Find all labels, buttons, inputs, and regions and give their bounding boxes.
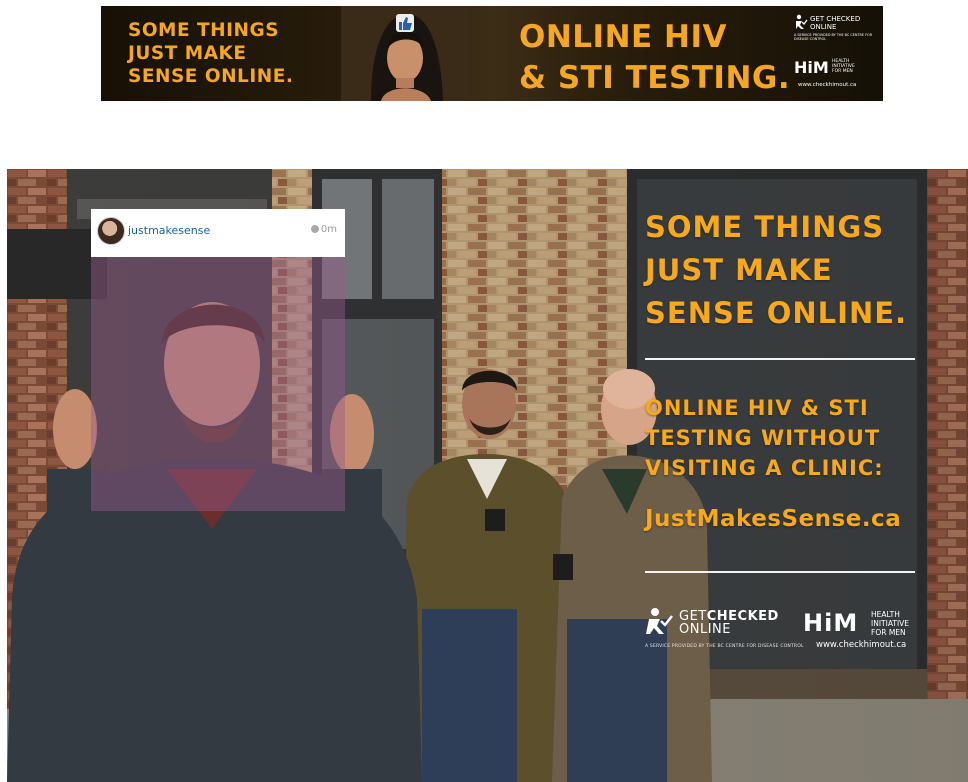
- banner-him-url: www.checkhimout.ca: [798, 82, 857, 88]
- poster-subhead: ONLINE HIV & STI TESTING WITHOUT VISITIN…: [645, 393, 884, 483]
- banner-headline-line-1: SOME THINGS: [128, 20, 280, 41]
- poster-subhead-line-2: TESTING WITHOUT: [645, 426, 881, 450]
- him-logo: HiM HEALTH INITIATIVE FOR MEN www.checkh…: [803, 609, 918, 654]
- person-checkmark-icon: [646, 608, 673, 634]
- him-tag-2: INITIATIVE: [871, 619, 910, 628]
- poster-headline-line-1: SOME THINGS: [645, 210, 885, 244]
- banner-offer: ONLINE HIV & STI TESTING.: [519, 17, 790, 99]
- banner-headline-line-2: JUST MAKE: [128, 43, 247, 64]
- banner-gco-tagline: A SERVICE PROVIDED BY THE BC CENTRE FOR …: [794, 33, 873, 41]
- banner-him-logo: HiM HEALTH INITIATIVE FOR MEN www.checkh…: [794, 58, 874, 92]
- banner-logos: GET CHECKED ONLINE A SERVICE PROVIDED BY…: [794, 14, 874, 94]
- banner-offer-line-1: ONLINE HIV: [519, 19, 727, 55]
- banner-gco-line-2: ONLINE: [810, 23, 837, 31]
- banner-gco-line-1: GET CHECKED: [810, 15, 861, 23]
- insta-username: justmakesense: [128, 224, 211, 237]
- divider-top: [645, 358, 915, 360]
- insta-timestamp: 0m: [310, 224, 337, 235]
- poster-headline-line-2: JUST MAKE: [645, 253, 833, 287]
- him-url: www.checkhimout.ca: [816, 640, 907, 650]
- person-checkmark-icon: [796, 14, 808, 29]
- gco-tagline: A SERVICE PROVIDED BY THE BC CENTRE FOR …: [645, 644, 804, 649]
- banner-woman-photo: [341, 6, 469, 101]
- insta-header: justmakesense 0m: [91, 209, 345, 257]
- poster-text-panel: SOME THINGS JUST MAKE SENSE ONLINE. ONLI…: [645, 169, 968, 782]
- insta-time-text: 0m: [320, 224, 337, 235]
- banner-him-tag-3: FOR MEN: [832, 69, 853, 74]
- poster-ad: justmakesense 0m SOME THINGS JUST MAKE S…: [7, 169, 968, 782]
- instagram-frame: justmakesense 0m: [91, 209, 345, 511]
- poster-subhead-line-3: VISITING A CLINIC:: [645, 456, 884, 480]
- gco-logo: GETCHECKED ONLINE A SERVICE PROVIDED BY …: [645, 606, 804, 651]
- top-banner-ad: SOME THINGS JUST MAKE SENSE ONLINE. ONLI…: [101, 6, 883, 101]
- him-tag-1: HEALTH: [871, 610, 900, 619]
- divider-bottom: [645, 571, 915, 573]
- him-tag-3: FOR MEN: [871, 628, 906, 637]
- poster-subhead-line-1: ONLINE HIV & STI: [645, 396, 869, 420]
- him-tagline: HEALTH INITIATIVE FOR MEN: [871, 610, 909, 637]
- poster-headline: SOME THINGS JUST MAKE SENSE ONLINE.: [645, 206, 907, 335]
- poster-headline-line-3: SENSE ONLINE.: [645, 296, 908, 330]
- clock-icon: [310, 225, 319, 233]
- avatar: [97, 217, 125, 245]
- poster-website-url: JustMakesSense.ca: [645, 506, 902, 532]
- thumbs-up-icon: [396, 14, 414, 32]
- banner-headline-line-3: SENSE ONLINE.: [128, 66, 294, 87]
- banner-him-wordmark: HiM: [794, 58, 829, 77]
- banner-offer-line-2: & STI TESTING.: [519, 60, 791, 96]
- him-wordmark: HiM: [803, 609, 859, 637]
- insta-photo-tint: [91, 257, 345, 511]
- gco-wordmark: GETCHECKED ONLINE: [679, 610, 779, 636]
- banner-headline: SOME THINGS JUST MAKE SENSE ONLINE.: [128, 19, 293, 88]
- banner-gco-logo: GET CHECKED ONLINE A SERVICE PROVIDED BY…: [794, 14, 874, 46]
- gco-word-online: ONLINE: [679, 622, 731, 637]
